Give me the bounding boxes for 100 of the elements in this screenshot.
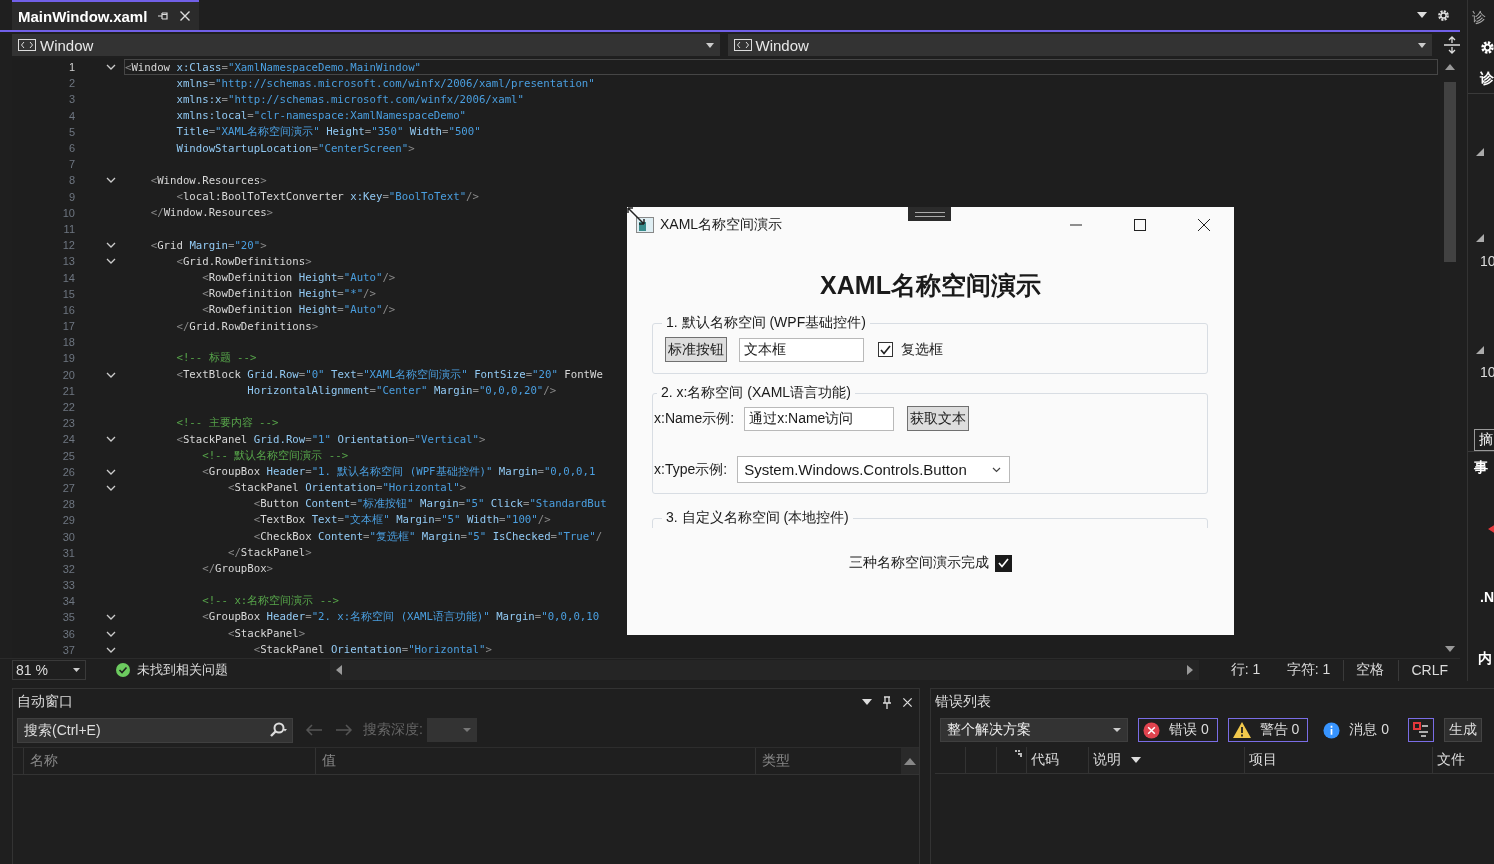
indent-mode[interactable]: 空格: [1343, 659, 1397, 681]
code-line: <local:BoolToTextConverter x:Key="BoolToText"/>: [175, 190, 479, 204]
line-number: 34: [61, 595, 75, 608]
line-ending[interactable]: CRLF: [1398, 659, 1460, 681]
line-number: 7: [67, 158, 75, 171]
scope-dropdown[interactable]: Window: [12, 34, 720, 56]
pin-icon[interactable]: [882, 695, 892, 709]
collapse-icon[interactable]: [106, 646, 116, 653]
horizontal-scrollbar[interactable]: [330, 660, 1200, 680]
text-input[interactable]: 文本框: [739, 337, 864, 362]
dropdown-arrow-icon[interactable]: [1417, 12, 1427, 18]
collapse-icon[interactable]: [106, 468, 116, 475]
zoom-dropdown[interactable]: 81 %: [12, 660, 86, 680]
group-header: 1. 默认名称空间 (WPF基础控件): [665, 314, 867, 332]
checkbox-label[interactable]: 复选框: [901, 340, 943, 359]
line-number: 6: [67, 142, 75, 155]
dropdown-arrow-icon[interactable]: [862, 699, 872, 705]
collapse-icon[interactable]: [106, 484, 116, 491]
line-number: 12: [61, 239, 75, 252]
text-input[interactable]: 通过x:Name访问: [744, 406, 895, 431]
checkbox[interactable]: [995, 554, 1012, 572]
panel-title: 错误列表: [935, 693, 991, 711]
line-number: 15: [61, 287, 75, 300]
filter-toggle[interactable]: 错误 0: [1138, 718, 1218, 742]
column-options-icon[interactable]: [1015, 750, 1022, 757]
line-number: 23: [61, 417, 75, 430]
panel-title: 自动窗口: [17, 693, 73, 711]
scroll-left-icon[interactable]: [336, 665, 342, 675]
scroll-up-icon[interactable]: [1445, 64, 1455, 70]
code-line: HorizontalAlignment="Center" Margin="0,0,0,20"/>: [246, 384, 557, 398]
scope-dropdown[interactable]: 整个解决方案: [940, 718, 1128, 742]
char-indicator[interactable]: 字符: 1: [1275, 661, 1342, 679]
caret-icon: [1418, 42, 1426, 48]
line-number: 32: [61, 562, 75, 575]
field-label: x:Name示例:: [654, 409, 735, 428]
collapse-icon[interactable]: [106, 436, 116, 443]
issues-status[interactable]: 未找到相关问题: [137, 661, 228, 679]
scroll-down-icon[interactable]: [1445, 646, 1455, 652]
vertical-scrollbar[interactable]: [901, 748, 919, 774]
collapse-icon[interactable]: [106, 371, 116, 378]
filter-toggle[interactable]: 消息 0: [1318, 718, 1399, 742]
close-icon[interactable]: [1198, 219, 1210, 231]
line-number: 19: [61, 352, 75, 365]
depth-label: 搜索深度:: [363, 721, 423, 739]
column-header[interactable]: 说明: [1089, 747, 1245, 773]
filter-button[interactable]: [1408, 718, 1435, 742]
code-line: </StackPanel>: [226, 546, 312, 560]
column-header[interactable]: 值: [315, 748, 755, 774]
scroll-thumb[interactable]: [1444, 82, 1456, 262]
code-line: <GroupBox Header="2. x:名称空间 (XAML语言功能)" Margin="0,0,0,10: [201, 610, 600, 625]
get-text-button[interactable]: 获取文本: [907, 406, 970, 431]
collapse-icon[interactable]: [106, 177, 116, 184]
settings-icon[interactable]: [1437, 8, 1450, 22]
collapse-icon[interactable]: [106, 242, 116, 249]
document-tab[interactable]: MainWindow.xaml: [12, 0, 200, 30]
checkbox[interactable]: [878, 342, 893, 357]
line-indicator[interactable]: 行: 1: [1215, 661, 1276, 679]
toolbar-handle[interactable]: [908, 207, 951, 221]
line-number: 29: [61, 514, 75, 527]
collapse-icon[interactable]: [106, 630, 116, 637]
collapse-icon[interactable]: [106, 64, 116, 71]
section-heading: .N: [1480, 589, 1494, 605]
pin-icon[interactable]: [157, 10, 170, 22]
scroll-right-icon[interactable]: [1187, 665, 1194, 675]
line-number: 2: [67, 77, 75, 90]
sort-arrow-icon[interactable]: [1131, 757, 1141, 763]
member-dropdown[interactable]: Window: [727, 34, 1432, 56]
line-number: 11: [62, 222, 75, 235]
panel-heading: 诊: [1480, 70, 1494, 88]
expand-icon[interactable]: [1476, 234, 1484, 242]
line-number: 16: [61, 303, 75, 316]
expand-icon[interactable]: [1476, 346, 1484, 354]
scroll-up-icon[interactable]: [904, 757, 916, 765]
standard-button[interactable]: 标准按钮: [665, 337, 727, 362]
line-number: 9: [67, 190, 75, 203]
collapse-icon[interactable]: [106, 258, 116, 265]
chevron-down-icon: [992, 466, 1002, 473]
collapse-icon[interactable]: [106, 614, 116, 621]
column-header[interactable]: 文件: [1433, 747, 1493, 773]
code-line: <StackPanel Orientation="Horizontal">: [252, 643, 492, 657]
expand-icon[interactable]: [1476, 148, 1484, 156]
type-combobox[interactable]: System.Windows.Controls.Button: [737, 456, 1011, 483]
build-dropdown[interactable]: 生成: [1444, 718, 1483, 742]
caret-icon: [1113, 728, 1121, 732]
line-number: 36: [61, 627, 75, 640]
maximize-icon[interactable]: [1134, 219, 1146, 231]
column-header[interactable]: 名称: [23, 748, 315, 774]
search-icon[interactable]: [269, 721, 287, 738]
caret-icon: [705, 42, 714, 48]
split-icon[interactable]: [1444, 36, 1460, 54]
column-header[interactable]: 项目: [1245, 747, 1433, 773]
filter-toggle[interactable]: 警告 0: [1227, 718, 1309, 742]
code-line: <RowDefinition Height="*"/>: [201, 287, 376, 301]
line-number: 33: [61, 579, 75, 592]
code-line: xmlns="http://schemas.microsoft.com/winfx/2006/xaml/presentation": [175, 76, 595, 90]
search-field[interactable]: 搜索(Ctrl+E): [17, 717, 293, 743]
summary-tab[interactable]: 摘: [1474, 429, 1494, 451]
column-header[interactable]: 代码: [1027, 747, 1089, 773]
warning-icon: [1232, 722, 1251, 738]
code-line: <Window.Resources>: [149, 173, 267, 187]
